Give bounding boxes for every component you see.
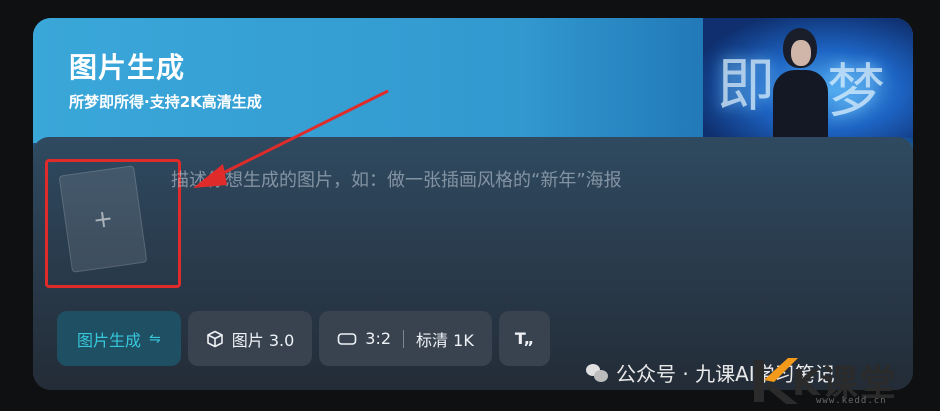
cube-icon xyxy=(206,330,223,347)
wechat-icon xyxy=(586,363,608,382)
page-title: 图片生成 xyxy=(69,51,186,84)
model-label: 图片 3.0 xyxy=(231,330,295,350)
banner: 图片生成 所梦即所得·支持2K高清生成 即 梦 xyxy=(33,18,913,143)
image-generation-card: 图片生成 所梦即所得·支持2K高清生成 即 梦 + 描述你想生成的图片，如：做一… xyxy=(33,18,913,390)
mode-label: 图片生成 xyxy=(77,330,142,350)
page-subtitle: 所梦即所得·支持2K高清生成 xyxy=(69,93,262,111)
text-style-button[interactable]: T„ xyxy=(498,311,551,366)
banner-char-2: 梦 xyxy=(827,57,886,125)
aspect-ratio-icon xyxy=(337,332,357,345)
text-icon: T„ xyxy=(514,329,535,348)
model-select-button[interactable]: 图片 3.0 xyxy=(187,311,313,366)
banner-illustration: 即 梦 xyxy=(703,18,913,138)
composer-toolbar: 图片生成 ⇋ 图片 3.0 3:2 标清 1K T„ xyxy=(57,311,551,366)
logo-url: www.kedd.cn xyxy=(816,396,887,406)
site-logo: K课堂 www.kedd.cn xyxy=(752,352,940,411)
swap-icon: ⇋ xyxy=(149,330,161,347)
mode-switch-button[interactable]: 图片生成 ⇋ xyxy=(57,311,181,366)
divider xyxy=(403,329,405,348)
ratio-label: 3:2 xyxy=(365,329,392,348)
banner-char-1: 即 xyxy=(717,51,776,119)
banner-person-image xyxy=(773,28,828,138)
annotation-highlight-box xyxy=(45,159,181,288)
prompt-input[interactable]: 描述你想生成的图片，如：做一张插画风格的“新年”海报 xyxy=(171,166,791,192)
quality-label: 标清 1K xyxy=(416,330,474,350)
size-select-button[interactable]: 3:2 标清 1K xyxy=(319,311,492,366)
